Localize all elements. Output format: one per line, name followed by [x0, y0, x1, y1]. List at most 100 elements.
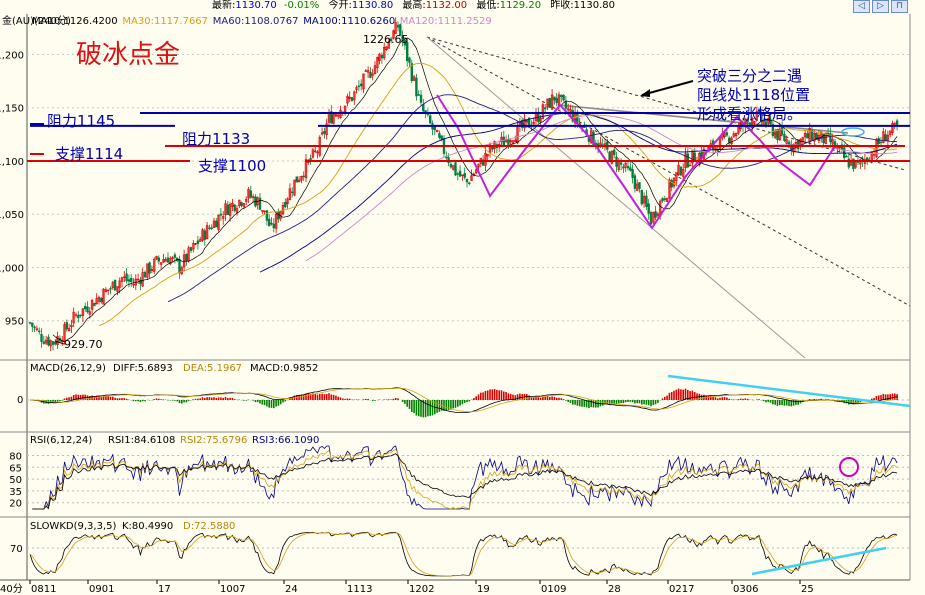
candle-body: [272, 223, 275, 229]
candle-body: [629, 167, 632, 171]
candle-body: [619, 162, 623, 165]
kd-d-line: [29, 532, 898, 577]
rsi-tick-label: 80: [9, 451, 22, 462]
candle-body: [645, 195, 648, 207]
candle-body: [456, 173, 459, 175]
candle-body: [157, 257, 160, 262]
candle-body: [783, 133, 786, 142]
chart-svg: 1,2001,1501,1001,0501,000950 金(AU)(240分)…: [0, 14, 911, 595]
candle-body: [178, 259, 181, 274]
x-tick-label: 0217: [669, 584, 694, 595]
x-axis-corner: 40分: [0, 583, 23, 595]
candle-body: [210, 227, 213, 230]
candle-body: [125, 273, 128, 282]
candle-body: [727, 137, 731, 143]
candle-body: [219, 213, 223, 216]
price-tick-label: 1,000: [0, 263, 24, 274]
candle-body: [369, 71, 372, 78]
candle-body: [40, 333, 43, 342]
candle-body: [203, 230, 206, 240]
candle-body: [879, 141, 883, 144]
candle-body: [468, 182, 471, 185]
resistance-1133-label: 阻力1133: [182, 130, 250, 148]
candle-body: [37, 330, 41, 333]
candle-body: [258, 197, 262, 210]
candle-body: [428, 115, 432, 124]
x-tick-label: 1007: [220, 584, 245, 595]
rsi3-value: RSI3:66.1090: [252, 435, 319, 446]
candle-body: [79, 314, 82, 317]
candle-body: [51, 341, 55, 345]
candle-body: [408, 57, 411, 63]
candle-body: [309, 158, 312, 161]
candle-body: [626, 165, 630, 169]
macd-value: MACD:0.9852: [250, 363, 318, 374]
candle-body: [845, 155, 848, 158]
x-tick-label: 28: [608, 584, 621, 595]
candle-body: [564, 101, 568, 109]
candle-body: [323, 131, 326, 134]
candle-body: [113, 279, 117, 291]
x-tick-label: 1202: [409, 584, 434, 595]
candle-body: [417, 94, 420, 96]
candle-body: [422, 104, 425, 112]
candle-body: [649, 212, 653, 225]
ma-legend-item: MA10:1126.4200: [32, 16, 118, 27]
candle-body: [240, 202, 243, 206]
candle-body: [302, 175, 305, 178]
x-tick-label: 0109: [541, 584, 566, 595]
candle-body: [647, 203, 650, 214]
rsi-tick-label: 50: [9, 475, 22, 486]
price-tick-label: 1,050: [0, 210, 24, 221]
candle-body: [654, 211, 657, 218]
candle-body: [42, 341, 46, 344]
price-tick-label: 1,200: [0, 50, 24, 61]
candle-body: [396, 24, 400, 28]
candle-body: [357, 85, 361, 87]
candle-body: [28, 322, 32, 324]
price-tick-label: 1,150: [0, 104, 24, 115]
ma-legend: MA10:1126.4200 MA30:1117.7667 MA60:1108.07…: [32, 16, 492, 27]
candle-body: [143, 272, 147, 278]
candle-body: [415, 77, 418, 97]
candle-body: [148, 262, 151, 274]
kd-lines: [29, 531, 898, 577]
candle-body: [806, 133, 809, 139]
price-tick-label: 1,100: [0, 157, 24, 168]
rsi1-value: RSI1:84.6108: [108, 435, 175, 446]
candle-body: [290, 191, 294, 194]
candle-body: [31, 322, 34, 327]
candle-body: [631, 169, 634, 178]
candle-body: [884, 134, 887, 141]
candle-body: [661, 198, 664, 202]
rsi-24-line: [32, 453, 898, 510]
price-tick-label: 950: [5, 317, 24, 328]
candle-body: [502, 136, 505, 146]
candle-body: [458, 170, 462, 177]
candle-body: [640, 189, 644, 205]
candle-body: [810, 129, 814, 140]
candle-body: [84, 306, 87, 310]
candle-body: [433, 126, 436, 131]
x-tick-label: 25: [801, 584, 814, 595]
candle-body: [465, 178, 469, 183]
candle-body: [189, 247, 193, 251]
ma-legend-item: MA120:1111.2529: [400, 16, 492, 27]
candle-body: [173, 254, 177, 258]
candle-body: [226, 204, 229, 215]
candle-body: [438, 133, 441, 138]
candle-body: [463, 173, 466, 178]
macd-label: MACD(26,12,9): [30, 363, 106, 374]
candle-body: [350, 97, 354, 102]
ma-legend-item: MA30:1117.7667: [122, 16, 208, 27]
candle-body: [553, 96, 556, 101]
candle-body: [86, 306, 89, 313]
candle-body: [622, 166, 625, 169]
candle-body: [449, 164, 453, 168]
candle-body: [127, 279, 131, 282]
candle-body: [100, 298, 103, 303]
rsi-tick-label: 20: [9, 499, 22, 510]
candle-body: [877, 138, 880, 145]
candle-body: [185, 253, 188, 262]
candle-body: [215, 220, 218, 228]
